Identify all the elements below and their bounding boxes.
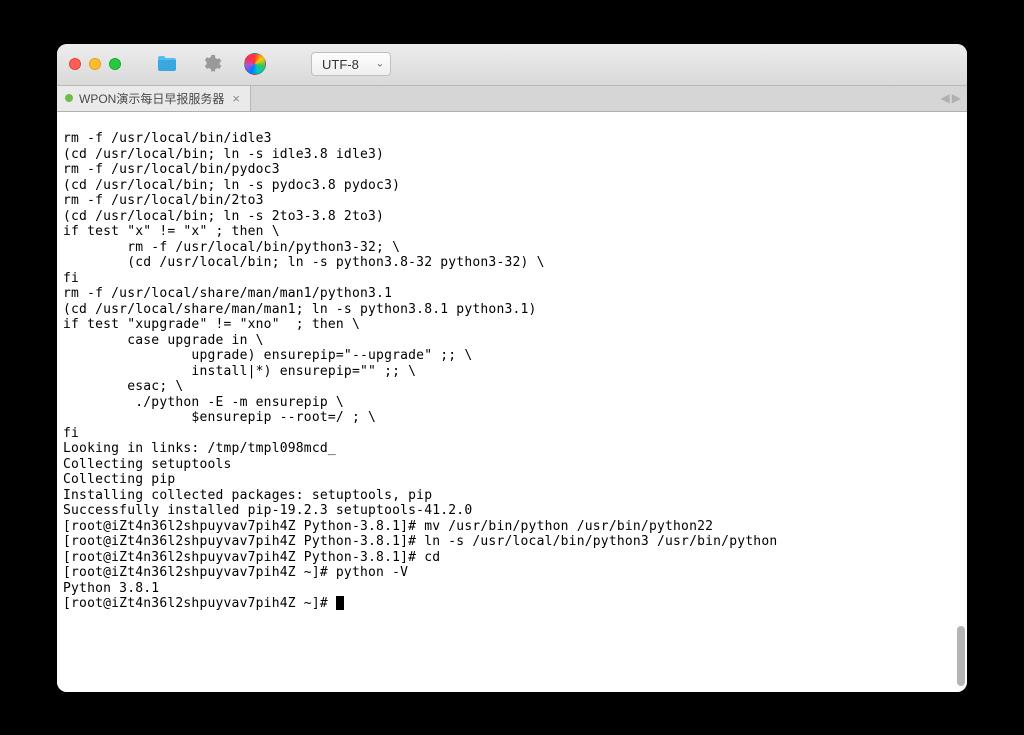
- folder-icon: [155, 52, 179, 76]
- settings-button[interactable]: [193, 50, 229, 78]
- terminal-content[interactable]: rm -f /usr/local/bin/idle3 (cd /usr/loca…: [57, 112, 967, 692]
- terminal-line: (cd /usr/local/bin; ln -s idle3.8 idle3): [63, 147, 384, 162]
- terminal-line: rm -f /usr/local/share/man/man1/python3.…: [63, 286, 392, 301]
- terminal-line: ./python -E -m ensurepip \: [63, 395, 344, 410]
- terminal-line: if test "xupgrade" != "xno" ; then \: [63, 317, 360, 332]
- terminal-line: $ensurepip --root=/ ; \: [63, 410, 376, 425]
- terminal-prompt: [root@iZt4n36l2shpuyvav7pih4Z ~]#: [63, 596, 336, 611]
- terminal-line: fi: [63, 271, 79, 286]
- terminal-line: Collecting setuptools: [63, 457, 232, 472]
- terminal-line: [root@iZt4n36l2shpuyvav7pih4Z Python-3.8…: [63, 550, 440, 565]
- terminal-line: [root@iZt4n36l2shpuyvav7pih4Z Python-3.8…: [63, 519, 713, 534]
- tab-prev-icon[interactable]: ◀: [941, 91, 950, 105]
- colorwheel-icon: [244, 53, 266, 75]
- terminal-line: rm -f /usr/local/bin/2to3: [63, 193, 264, 208]
- terminal-line: esac; \: [63, 379, 183, 394]
- colorwheel-button[interactable]: [237, 50, 273, 78]
- traffic-lights: [69, 58, 121, 70]
- scrollbar-thumb[interactable]: [957, 626, 965, 686]
- chevron-down-icon: ⌄: [376, 59, 384, 70]
- terminal-line: (cd /usr/local/bin; ln -s pydoc3.8 pydoc…: [63, 178, 400, 193]
- encoding-label: UTF-8: [322, 57, 359, 72]
- gear-icon: [200, 53, 222, 75]
- terminal-line: [root@iZt4n36l2shpuyvav7pih4Z ~]# python…: [63, 565, 408, 580]
- terminal-line: upgrade) ensurepip="--upgrade" ;; \: [63, 348, 472, 363]
- close-window-button[interactable]: [69, 58, 81, 70]
- terminal-line: case upgrade in \: [63, 333, 264, 348]
- titlebar: UTF-8 ⌄: [57, 44, 967, 86]
- tabbar: WPON演示每日早报服务器 × ◀ ▶: [57, 86, 967, 112]
- terminal-line: [root@iZt4n36l2shpuyvav7pih4Z Python-3.8…: [63, 534, 777, 549]
- terminal-line: rm -f /usr/local/bin/idle3: [63, 131, 272, 146]
- connection-status-dot: [65, 94, 73, 102]
- terminal-line: rm -f /usr/local/bin/python3-32; \: [63, 240, 400, 255]
- terminal-line: Looking in links: /tmp/tmpl098mcd_: [63, 441, 336, 456]
- terminal-line: fi: [63, 426, 79, 441]
- terminal-line: (cd /usr/local/bin; ln -s python3.8-32 p…: [63, 255, 545, 270]
- zoom-window-button[interactable]: [109, 58, 121, 70]
- folder-button[interactable]: [149, 50, 185, 78]
- terminal-line: (cd /usr/local/share/man/man1; ln -s pyt…: [63, 302, 537, 317]
- tab-title: WPON演示每日早报服务器: [79, 90, 224, 107]
- close-tab-icon[interactable]: ×: [232, 91, 240, 106]
- tab-next-icon[interactable]: ▶: [952, 91, 961, 105]
- terminal-window: UTF-8 ⌄ WPON演示每日早报服务器 × ◀ ▶ rm -f /usr/l…: [57, 44, 967, 692]
- terminal-line: rm -f /usr/local/bin/pydoc3: [63, 162, 280, 177]
- minimize-window-button[interactable]: [89, 58, 101, 70]
- terminal-line: if test "x" != "x" ; then \: [63, 224, 280, 239]
- terminal-line: Successfully installed pip-19.2.3 setupt…: [63, 503, 472, 518]
- scrollbar[interactable]: [955, 112, 965, 692]
- terminal-line: Python 3.8.1: [63, 581, 159, 596]
- encoding-select[interactable]: UTF-8 ⌄: [311, 52, 391, 76]
- tab-active[interactable]: WPON演示每日早报服务器 ×: [57, 86, 251, 111]
- terminal-cursor: [336, 596, 344, 610]
- terminal-line: Installing collected packages: setuptool…: [63, 488, 432, 503]
- terminal-line: install|*) ensurepip="" ;; \: [63, 364, 416, 379]
- terminal-line: (cd /usr/local/bin; ln -s 2to3-3.8 2to3): [63, 209, 384, 224]
- terminal-line: Collecting pip: [63, 472, 175, 487]
- tabbar-nav: ◀ ▶: [935, 86, 967, 111]
